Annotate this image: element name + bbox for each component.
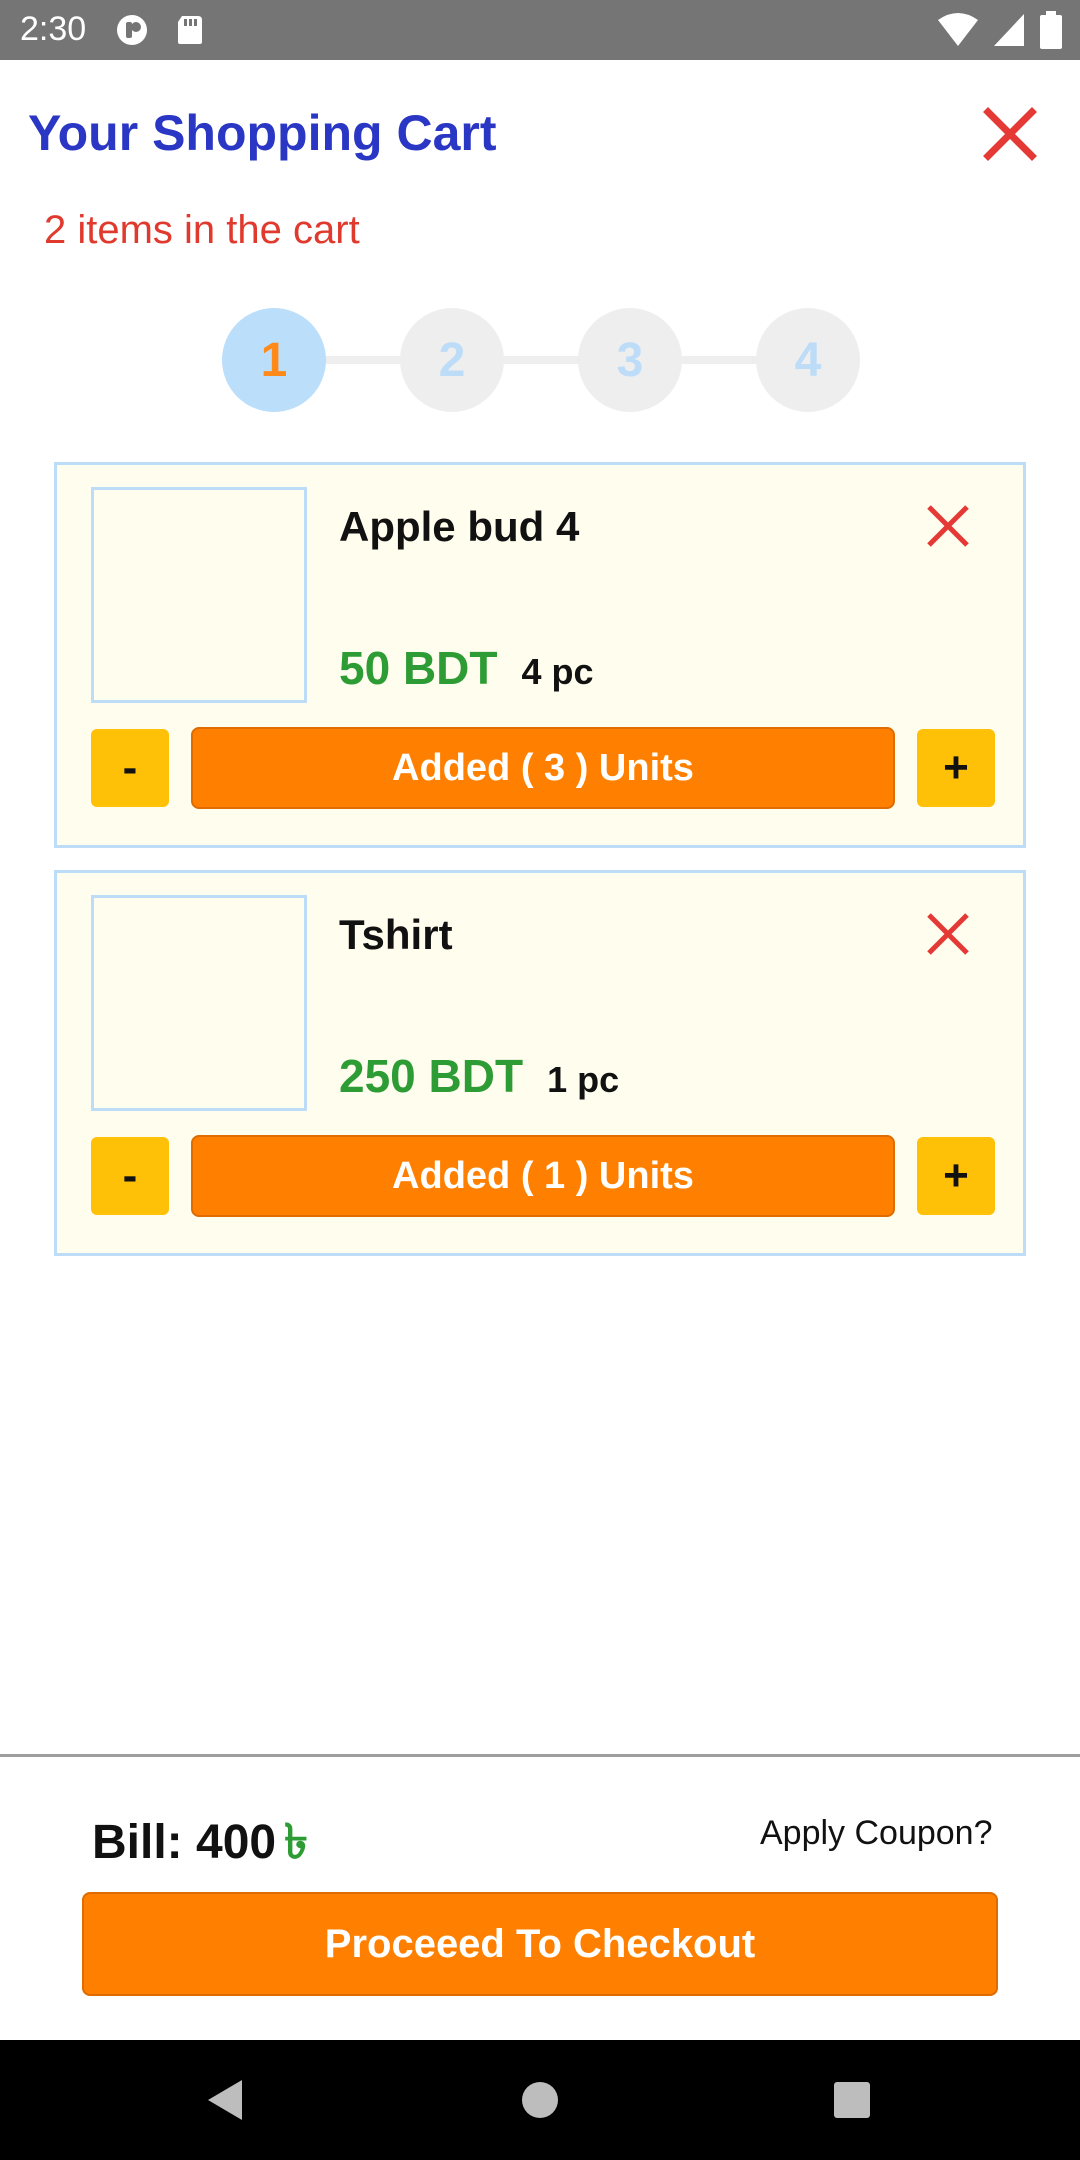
- apply-coupon-link[interactable]: Apply Coupon?: [760, 1814, 993, 1853]
- checkout-stepper: 1 2 3 4: [0, 308, 1080, 412]
- navigation-bar: [0, 2040, 1080, 2160]
- product-price: 250 BDT: [339, 1050, 524, 1102]
- page-title: Your Shopping Cart: [28, 105, 497, 161]
- close-icon[interactable]: [980, 104, 1040, 164]
- price-row: 250 BDT 1 pc: [339, 1049, 619, 1103]
- decrease-quantity-button[interactable]: -: [91, 1137, 169, 1215]
- status-time: 2:30: [20, 10, 87, 48]
- product-quantity: 4 pc: [521, 651, 594, 692]
- remove-item-icon[interactable]: [923, 501, 973, 551]
- notification-icon: [117, 15, 147, 45]
- product-image: [91, 487, 307, 703]
- increase-quantity-button[interactable]: +: [917, 729, 995, 807]
- status-icons: [938, 10, 1062, 50]
- recents-icon[interactable]: [822, 2070, 882, 2130]
- increase-quantity-button[interactable]: +: [917, 1137, 995, 1215]
- home-icon[interactable]: [510, 2070, 570, 2130]
- items-count-text: 2 items in the cart: [44, 208, 360, 252]
- bill-label: Bill: 400: [92, 1816, 277, 1869]
- decrease-quantity-button[interactable]: -: [91, 729, 169, 807]
- step-2[interactable]: 2: [400, 308, 504, 412]
- bill-total: Bill: 400 ৳: [92, 1806, 308, 1885]
- added-units-button[interactable]: Added ( 1 ) Units: [191, 1135, 895, 1217]
- product-name: Tshirt: [339, 911, 453, 958]
- cell-signal-icon: [994, 14, 1024, 46]
- step-1[interactable]: 1: [222, 308, 326, 412]
- wifi-icon: [938, 13, 978, 46]
- battery-icon: [1040, 11, 1062, 49]
- status-bar: 2:30: [0, 0, 1080, 60]
- remove-item-icon[interactable]: [923, 909, 973, 959]
- currency-symbol: ৳: [284, 1816, 308, 1869]
- footer-divider: [0, 1754, 1080, 1757]
- back-icon[interactable]: [196, 2070, 256, 2130]
- step-4[interactable]: 4: [756, 308, 860, 412]
- checkout-button[interactable]: Proceeed To Checkout: [82, 1892, 998, 1996]
- cart-item-card: Tshirt 250 BDT 1 pc - Added ( 1 ) Units …: [54, 870, 1026, 1256]
- product-price: 50 BDT: [339, 642, 498, 694]
- cart-item-card: Apple bud 4 50 BDT 4 pc - Added ( 3 ) Un…: [54, 462, 1026, 848]
- added-units-button[interactable]: Added ( 3 ) Units: [191, 727, 895, 809]
- price-row: 50 BDT 4 pc: [339, 641, 594, 695]
- sd-card-icon: [178, 16, 202, 44]
- product-image: [91, 895, 307, 1111]
- product-name: Apple bud 4: [339, 503, 580, 550]
- step-3[interactable]: 3: [578, 308, 682, 412]
- product-quantity: 1 pc: [547, 1059, 620, 1100]
